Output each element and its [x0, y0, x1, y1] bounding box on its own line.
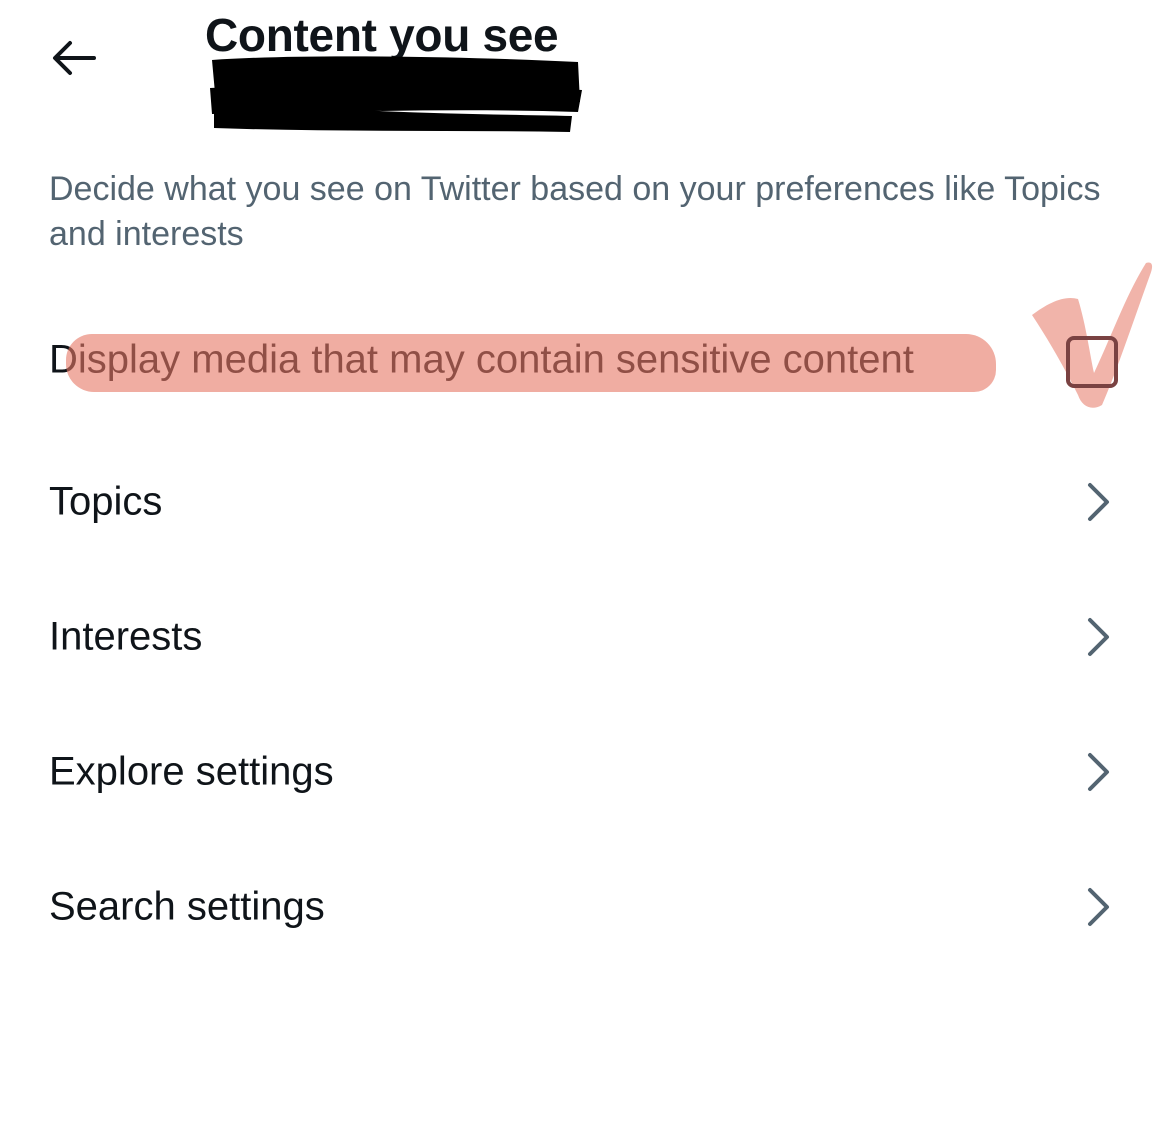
sensitive-media-checkbox[interactable]	[1066, 336, 1118, 388]
interests-label: Interests	[49, 614, 203, 659]
chevron-right-icon	[1088, 888, 1109, 926]
search-settings-label: Search settings	[49, 884, 325, 929]
sensitive-media-label: Display media that may contain sensitive…	[49, 337, 914, 382]
back-button[interactable]	[44, 30, 104, 86]
chevron-right-icon	[1088, 753, 1109, 791]
page-title: Content you see	[205, 9, 559, 61]
interests-setting[interactable]: Interests	[0, 577, 1169, 697]
topics-setting[interactable]: Topics	[0, 442, 1169, 562]
sensitive-media-setting[interactable]: Display media that may contain sensitive…	[0, 300, 1169, 420]
redaction-scribble	[210, 56, 582, 132]
chevron-right-icon	[1088, 483, 1109, 521]
page-description: Decide what you see on Twitter based on …	[49, 170, 1101, 253]
content-you-see-screen: Content you see Decide what you see on T…	[0, 0, 1169, 1127]
chevron-right-icon	[1088, 618, 1109, 656]
explore-settings-setting[interactable]: Explore settings	[0, 712, 1169, 832]
topics-label: Topics	[49, 479, 163, 524]
search-settings-setting[interactable]: Search settings	[0, 847, 1169, 967]
arrow-left-icon	[53, 41, 96, 75]
explore-settings-label: Explore settings	[49, 749, 334, 794]
